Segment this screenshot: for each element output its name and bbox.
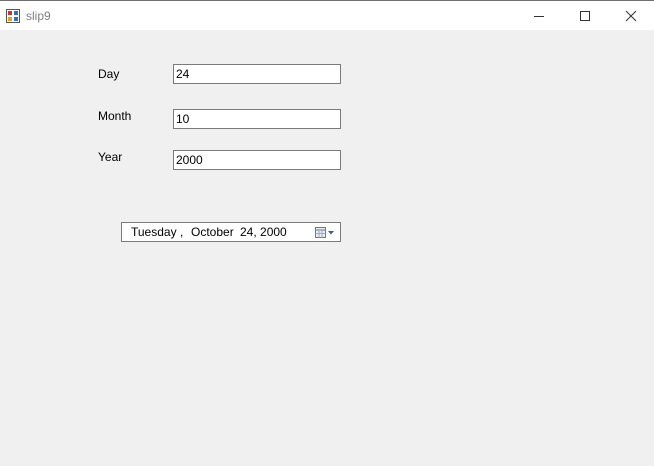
minimize-button[interactable] <box>516 1 562 30</box>
maximize-button[interactable] <box>562 1 608 30</box>
date-separator: , <box>180 225 184 239</box>
window-title: slip9 <box>26 9 51 23</box>
minimize-icon <box>534 15 544 17</box>
date-month[interactable]: October <box>191 225 234 239</box>
month-label: Month <box>98 109 132 123</box>
close-icon <box>625 10 637 21</box>
day-input[interactable]: 24 <box>173 64 341 84</box>
calendar-icon <box>315 227 334 238</box>
calendar-dropdown-button[interactable] <box>314 225 338 240</box>
client-area: Day 24 Month 10 Year 2000 Tuesday , Octo… <box>0 30 654 466</box>
app-window: slip9 Day 24 Month 10 Year 2000 Tuesday … <box>0 0 654 466</box>
year-label: Year <box>98 150 123 164</box>
app-icon <box>6 9 20 23</box>
maximize-icon <box>580 10 590 21</box>
day-label: Day <box>98 67 120 81</box>
month-input[interactable]: 10 <box>173 109 341 129</box>
title-bar[interactable]: slip9 <box>0 0 654 30</box>
year-input[interactable]: 2000 <box>173 150 341 170</box>
date-picker[interactable]: Tuesday , October 24, 2000 <box>121 222 341 242</box>
close-button[interactable] <box>608 1 654 30</box>
date-day-year[interactable]: 24, 2000 <box>240 225 287 239</box>
date-weekday[interactable]: Tuesday <box>131 225 177 239</box>
